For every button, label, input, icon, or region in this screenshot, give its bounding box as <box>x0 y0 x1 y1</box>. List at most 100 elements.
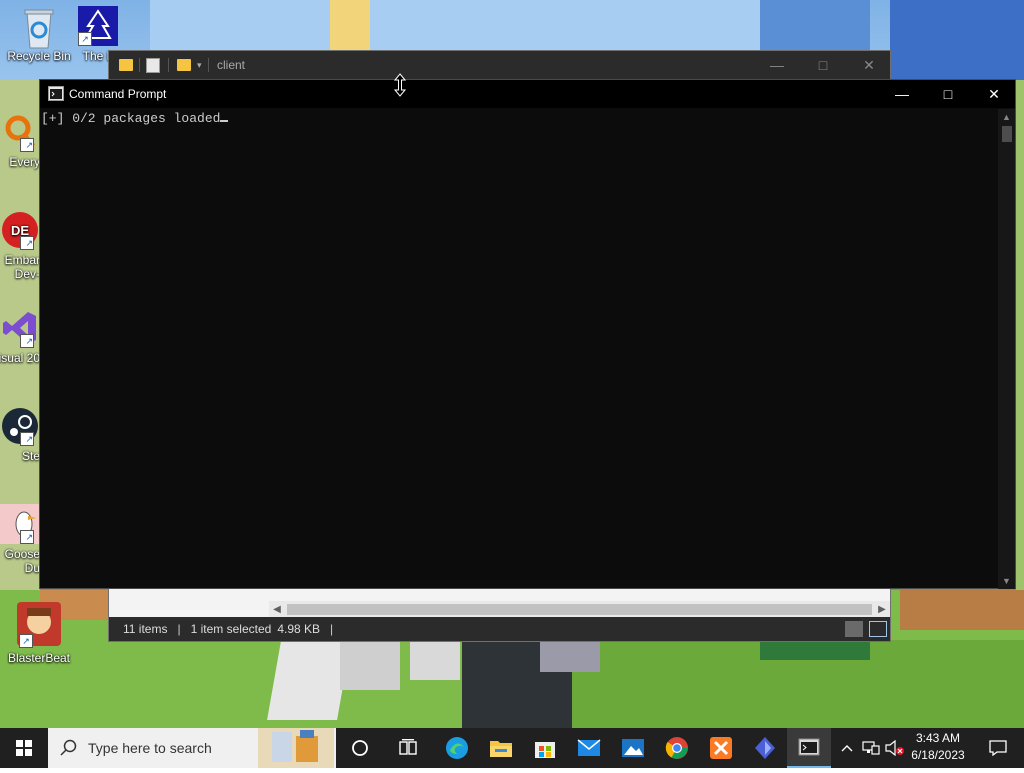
close-button[interactable]: ✕ <box>846 51 892 79</box>
divider <box>168 58 169 72</box>
taskbar-store[interactable] <box>523 728 567 768</box>
recycle-bin-icon <box>19 6 59 49</box>
scrollbar-thumb[interactable] <box>1002 126 1012 142</box>
scroll-down-icon[interactable]: ▼ <box>998 573 1015 589</box>
photos-icon <box>622 739 644 757</box>
item-count: 11 items <box>123 622 168 636</box>
maximize-button[interactable]: □ <box>925 80 971 108</box>
quick-access-dropdown-icon[interactable]: ▾ <box>197 60 202 71</box>
resize-cursor-icon <box>393 73 407 97</box>
command-prompt-window[interactable]: Command Prompt — □ ✕ [+] 0/2 packages lo… <box>39 79 1016 589</box>
notification-icon <box>989 740 1007 756</box>
desktop-icon-label: Goose Du <box>4 547 40 575</box>
divider <box>207 58 209 72</box>
task-view-button[interactable] <box>386 728 430 768</box>
store-icon <box>535 742 555 758</box>
vertical-scrollbar[interactable]: ▲ ▼ <box>998 109 1015 589</box>
new-folder-icon[interactable] <box>177 59 191 71</box>
clock-time: 3:43 AM <box>915 731 961 745</box>
desktop-icon-label: BlasterBeat <box>7 651 71 665</box>
shortcut-arrow-icon: ↗ <box>20 530 34 544</box>
start-button[interactable] <box>0 728 48 768</box>
taskbar-search-box[interactable]: Type here to search <box>48 728 336 768</box>
folder-icon <box>119 59 133 71</box>
minimize-button[interactable]: — <box>754 51 800 79</box>
taskbar-photos[interactable] <box>611 728 655 768</box>
horizontal-scrollbar[interactable]: ◀ ▶ <box>269 601 890 618</box>
cmd-titlebar[interactable]: Command Prompt — □ ✕ <box>40 80 1015 108</box>
taskbar: Type here to search 3:43 AM 6/18/2023 <box>0 728 1024 768</box>
selected-size: 4.98 KB <box>277 622 321 636</box>
blasterbeat-icon: ↗ <box>15 600 63 648</box>
desktop-icon-steam[interactable]: ↗ Ste <box>0 406 40 463</box>
xampp-icon <box>710 737 732 759</box>
show-hidden-icons-button[interactable] <box>836 728 858 768</box>
selected-count: 1 item selected <box>190 622 272 636</box>
text-cursor <box>220 120 229 122</box>
scrollbar-thumb[interactable] <box>287 604 872 615</box>
steam-icon: ↗ <box>0 406 40 446</box>
search-highlight-icon <box>258 728 334 768</box>
shortcut-arrow-icon: ↗ <box>20 138 34 152</box>
taskbar-app[interactable] <box>743 728 787 768</box>
windows-logo-icon <box>16 740 32 756</box>
visual-studio-icon: ↗ <box>0 308 40 348</box>
close-button[interactable]: ✕ <box>971 80 1017 108</box>
search-placeholder: Type here to search <box>88 740 212 756</box>
taskbar-mail[interactable] <box>567 728 611 768</box>
maximize-button[interactable]: □ <box>800 51 846 79</box>
volume-button[interactable] <box>884 728 906 768</box>
action-center-button[interactable] <box>978 728 1018 768</box>
command-prompt-icon[interactable] <box>48 86 64 101</box>
network-button[interactable] <box>860 728 882 768</box>
explorer-title: client <box>217 58 246 72</box>
minimize-button[interactable]: — <box>879 80 925 108</box>
details-view-icon[interactable] <box>845 621 863 637</box>
taskbar-chrome[interactable] <box>655 728 699 768</box>
task-view-icon <box>399 739 417 755</box>
cmd-title: Command Prompt <box>69 87 167 101</box>
taskbar-edge[interactable] <box>435 728 479 768</box>
shortcut-arrow-icon: ↗ <box>20 432 34 446</box>
edge-icon <box>446 737 468 759</box>
desktop-icon-visual-studio[interactable]: ↗ Visual 20 <box>0 308 40 365</box>
console-output[interactable]: [+] 0/2 packages loaded <box>40 109 1000 589</box>
explorer-titlebar[interactable]: ▾ client — □ ✕ <box>109 51 890 79</box>
desktop-icon-label: Ste <box>21 449 40 463</box>
app-tree-icon: ↗ <box>78 6 118 46</box>
desktop-icon-embarcadero[interactable]: DE ↗ Embar Dev- <box>0 210 40 281</box>
scroll-up-icon[interactable]: ▲ <box>998 109 1015 125</box>
shortcut-arrow-icon: ↗ <box>78 32 92 46</box>
divider: | <box>330 622 334 636</box>
shortcut-arrow-icon: ↗ <box>20 236 34 250</box>
desktop-icon-recycle-bin[interactable]: Recycle Bin <box>4 6 74 63</box>
taskbar-command-prompt[interactable] <box>787 728 831 768</box>
command-prompt-icon <box>798 738 820 756</box>
desktop-icon-everything[interactable]: ↗ Every <box>0 112 40 169</box>
scroll-right-icon[interactable]: ▶ <box>874 601 890 618</box>
properties-icon[interactable] <box>146 57 160 73</box>
taskbar-file-explorer[interactable] <box>479 728 523 768</box>
divider: | <box>177 622 181 636</box>
desktop-icon-label: Every <box>9 155 40 169</box>
clock-date: 6/18/2023 <box>911 748 965 762</box>
search-icon <box>60 739 77 756</box>
chrome-icon <box>665 737 688 759</box>
divider <box>139 58 140 72</box>
desktop-icon-label: Visual 20 <box>0 351 40 365</box>
taskbar-xampp[interactable] <box>699 728 743 768</box>
desktop-icon-blasterbeat[interactable]: ↗ BlasterBeat <box>4 600 74 665</box>
volume-muted-icon <box>885 740 904 756</box>
file-explorer-icon <box>490 741 512 757</box>
console-line: [+] 0/2 packages loaded <box>41 111 221 126</box>
desktop-icon-goose[interactable]: ↗ Goose Du <box>0 504 40 575</box>
large-icons-view-icon[interactable] <box>869 621 887 637</box>
scroll-left-icon[interactable]: ◀ <box>269 601 285 618</box>
desktop-icon-label: Embar Dev- <box>4 253 40 281</box>
network-icon <box>862 741 880 755</box>
cortana-button[interactable] <box>338 728 382 768</box>
app-icon <box>755 737 775 759</box>
everything-search-icon: ↗ <box>0 112 40 152</box>
mail-icon <box>577 739 601 756</box>
taskbar-clock[interactable]: 3:43 AM 6/18/2023 <box>904 730 972 764</box>
